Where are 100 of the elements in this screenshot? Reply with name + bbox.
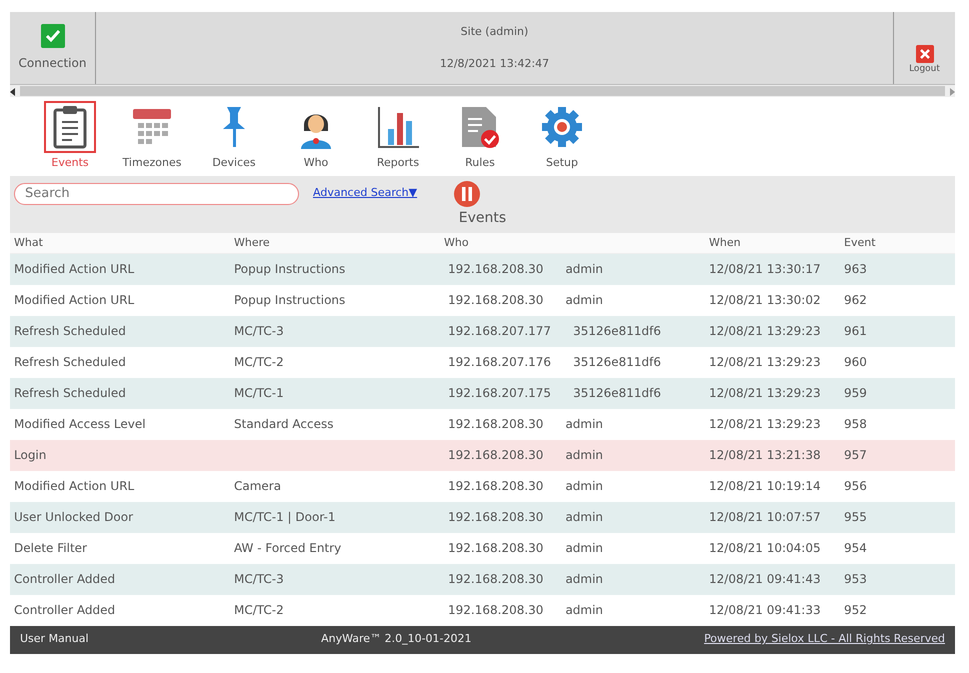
version-text: AnyWare™ 2.0_10-01-2021 (321, 631, 472, 648)
table-row[interactable]: Refresh Scheduled MC/TC-1 192.168.207.175 35126e811df6 12/08/21 13:29:23 959 (10, 378, 955, 408)
table-cell-text: 12/08/21 10:04:05 (708, 540, 822, 557)
column-header: Event (843, 234, 877, 250)
user-name: admin (564, 447, 604, 464)
ip-address: 192.168.208.30 (447, 509, 544, 526)
user-name: admin (564, 509, 604, 526)
table-cell-text: Popup Instructions (233, 292, 346, 309)
user-manual-link[interactable]: User Manual (20, 631, 89, 648)
powered-by-link[interactable]: Powered by Sielox LLC - All Rights Reserved (704, 631, 945, 648)
user-name: 35126e811df6 (572, 323, 662, 340)
user-name: admin (564, 602, 604, 619)
table-cell-text: 955 (843, 509, 868, 526)
nav-tab[interactable]: Who (286, 101, 346, 172)
table-cell-text: User Unlocked Door (13, 509, 134, 526)
nav-tab[interactable]: Devices (204, 101, 264, 172)
table-cell-text: 963 (843, 261, 868, 278)
table-title: Events (458, 210, 506, 226)
table-cell-text: Modified Action URL (13, 292, 136, 309)
table-cell-text: 12/08/21 13:29:23 (708, 354, 822, 371)
table-cell-text: Standard Access (233, 416, 334, 433)
table-cell-text: MC/TC-2 (233, 354, 285, 371)
ip-address: 192.168.207.176 (447, 354, 552, 371)
table-row[interactable]: Modified Action URL Popup Instructions 192.168.208.30 admin 12/08/21 13:30:17 963 (10, 254, 955, 284)
user-name: admin (564, 540, 604, 557)
table-cell-text: 12/08/21 13:29:23 (708, 385, 822, 402)
nav-tab[interactable]: Timezones (122, 101, 182, 172)
nav-tab[interactable]: Rules (450, 101, 510, 172)
user-name: 35126e811df6 (572, 385, 662, 402)
table-cell-text: 12/08/21 09:41:33 (708, 602, 822, 619)
ip-address: 192.168.208.30 (447, 602, 544, 619)
nav-tab[interactable]: Setup (532, 101, 592, 172)
ip-address: 192.168.208.30 (447, 571, 544, 588)
table-cell-text: 953 (843, 571, 868, 588)
table-row[interactable]: Login 192.168.208.30 admin 12/08/21 13:21:38 957 (10, 440, 955, 470)
table-cell-text: 12/08/21 10:19:14 (708, 478, 822, 495)
settings-icon (541, 106, 583, 148)
ip-address: 192.168.207.177 (447, 323, 552, 340)
table-cell-text: Controller Added (13, 571, 116, 588)
column-header: When (708, 234, 742, 250)
table-cell-text: 961 (843, 323, 868, 340)
table-cell-text: MC/TC-2 (233, 602, 285, 619)
table-cell-text: 12/08/21 13:21:38 (708, 447, 822, 464)
table-cell-text: 12/08/21 13:29:23 (708, 323, 822, 340)
table-cell-text: 12/08/21 09:41:43 (708, 571, 822, 588)
table-cell-text: MC/TC-1 | Door-1 (233, 509, 336, 526)
table-cell-text: 12/08/21 13:30:17 (708, 261, 822, 278)
ip-address: 192.168.208.30 (447, 416, 544, 433)
user-name: admin (564, 416, 604, 433)
table-row[interactable]: User Unlocked Door MC/TC-1 | Door-1 192.168.208.30 admin 12/08/21 10:07:57 955 (10, 502, 955, 532)
bar-chart-icon (376, 105, 420, 149)
table-cell-text: 957 (843, 447, 868, 464)
table-cell-text: Popup Instructions (233, 261, 346, 278)
pause-icon[interactable] (453, 180, 482, 208)
column-header: Where (233, 234, 271, 250)
table-cell-text: 952 (843, 602, 868, 619)
table-cell-text: Modified Access Level (13, 416, 147, 433)
table-cell-text: 12/08/21 13:30:02 (708, 292, 822, 309)
table-cell-text: MC/TC-3 (233, 323, 285, 340)
document-check-icon (460, 105, 500, 149)
calendar-icon (132, 107, 172, 147)
user-name: 35126e811df6 (572, 354, 662, 371)
search-field[interactable]: Search (14, 182, 299, 204)
table-cell-text: 12/08/21 10:07:57 (708, 509, 822, 526)
table-cell-text: Camera (233, 478, 282, 495)
nav-tab[interactable]: Reports (368, 101, 428, 172)
table-cell-text: Refresh Scheduled (13, 323, 127, 340)
ip-address: 192.168.208.30 (447, 447, 544, 464)
column-header: Who (443, 234, 470, 250)
column-header: What (13, 234, 44, 250)
table-cell-text: 954 (843, 540, 868, 557)
table-cell-text: AW - Forced Entry (233, 540, 342, 557)
table-cell-text: 960 (843, 354, 868, 371)
close-icon[interactable] (916, 44, 934, 62)
logout-link[interactable]: Logout (909, 62, 940, 76)
ip-address: 192.168.208.30 (447, 478, 544, 495)
user-name: admin (564, 261, 604, 278)
table-cell-text: Refresh Scheduled (13, 354, 127, 371)
table-cell-text: Controller Added (13, 602, 116, 619)
connection-label: Connection (18, 55, 86, 72)
table-cell-text: MC/TC-3 (233, 571, 285, 588)
table-cell-text: Delete Filter (13, 540, 88, 557)
advanced-search-link[interactable]: Advanced Search▼ (313, 185, 418, 202)
user-name: admin (564, 292, 604, 309)
user-name: admin (564, 478, 604, 495)
user-name: admin (564, 571, 604, 588)
ip-address: 192.168.208.30 (447, 261, 544, 278)
table-cell-text: Refresh Scheduled (13, 385, 127, 402)
ip-address: 192.168.208.30 (447, 292, 544, 309)
table-row[interactable]: Refresh Scheduled MC/TC-3 192.168.207.177 35126e811df6 12/08/21 13:29:23 961 (10, 316, 955, 346)
date-time: 12/8/2021 13:42:47 (440, 56, 550, 72)
table-cell-text: Modified Action URL (13, 261, 136, 278)
table-cell-text: 12/08/21 13:29:23 (708, 416, 822, 433)
table-row[interactable]: Controller Added MC/TC-3 192.168.208.30 admin 12/08/21 09:41:43 953 (10, 564, 955, 594)
table-cell-text: 959 (843, 385, 868, 402)
table-cell-text: Modified Action URL (13, 478, 136, 495)
table-cell-text: 956 (843, 478, 868, 495)
table-cell-text: 958 (843, 416, 868, 433)
ip-address: 192.168.208.30 (447, 540, 544, 557)
table-cell-text: MC/TC-1 (233, 385, 285, 402)
